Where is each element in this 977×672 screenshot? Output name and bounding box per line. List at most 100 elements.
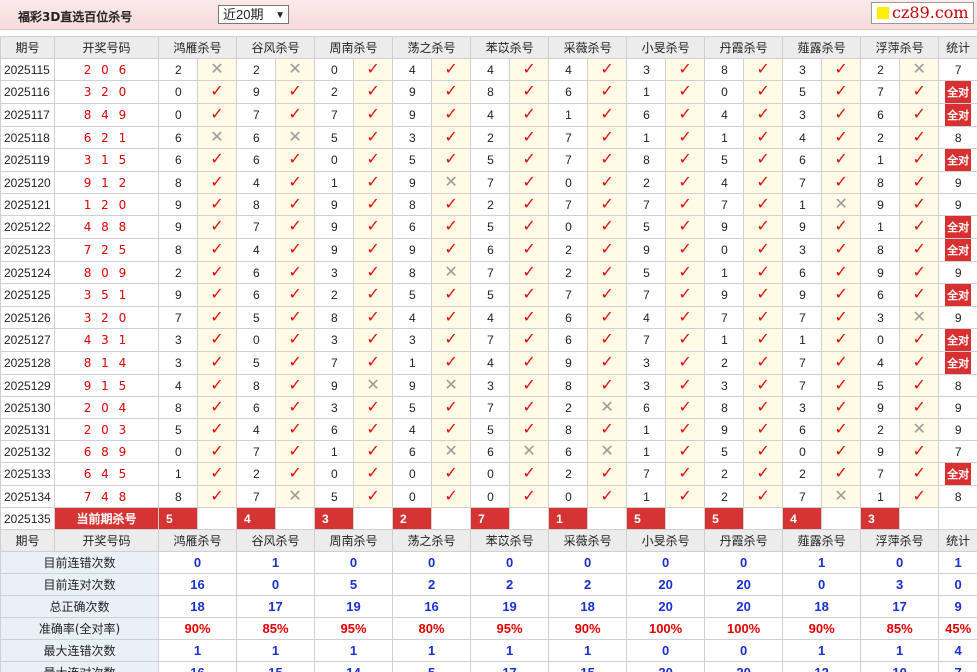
check-icon: ✓	[210, 442, 224, 460]
header-expert-1: 谷风杀号	[236, 529, 316, 552]
site-logo[interactable]: cz89.com	[871, 2, 974, 24]
stat-label: 最大连对次数	[0, 661, 159, 672]
cross-icon: ✕	[288, 60, 302, 78]
period-select[interactable]: 近20期 ▼	[218, 5, 289, 24]
draw-cell: 3 1 5	[54, 148, 159, 172]
result-cell: ✓	[275, 80, 316, 104]
kill-number-cell: 8	[704, 58, 745, 81]
result-cell: ✓	[899, 328, 940, 352]
stat-value: 1	[236, 639, 316, 662]
check-icon: ✓	[912, 442, 926, 460]
result-cell: ✓	[587, 148, 628, 172]
kill-number-cell: 5	[158, 418, 198, 441]
result-cell: ✓	[275, 215, 316, 239]
check-icon: ✓	[834, 354, 848, 371]
header-row-bottom: 期号 开奖号码 鸿雁杀号 谷风杀号 周南杀号 荡之杀号 苯苡杀号 采薇杀号 小旻杀号 丹霞杀号 薤露…	[0, 529, 977, 552]
kill-number-cell: 8	[860, 171, 901, 194]
check-icon: ✓	[600, 128, 614, 146]
check-icon: ✓	[288, 263, 302, 281]
kill-number-cell: 3	[626, 374, 667, 397]
result-cell: ✓	[509, 306, 550, 329]
result-cell: ✓	[196, 418, 238, 441]
kill-number-cell: 1	[314, 171, 355, 194]
cross-icon: ✕	[912, 60, 926, 78]
result-cell: ✓	[899, 374, 940, 397]
header-expert-4: 苯苡杀号	[470, 529, 550, 552]
kill-number-cell: 6	[236, 148, 277, 172]
stat-value: 90%	[548, 617, 628, 640]
stat-row: 目前连错次数 0 1 0 0 0 0 0 0 1 0 1	[0, 551, 977, 574]
check-icon: ✓	[366, 354, 380, 371]
kill-number-cell: 1	[626, 485, 667, 508]
stat-cell: 全对	[938, 462, 977, 486]
check-icon: ✓	[756, 308, 770, 326]
kill-number-cell: 1	[704, 126, 745, 149]
header-expert-3: 荡之杀号	[392, 529, 472, 552]
kill-number-cell: 7	[470, 171, 511, 194]
result-cell: ✓	[743, 462, 784, 486]
draw-cell: 4 3 1	[54, 328, 159, 352]
kill-number-cell: 1	[782, 193, 823, 216]
cross-icon: ✕	[288, 487, 302, 505]
result-cell: ✓	[509, 58, 550, 81]
check-icon: ✓	[444, 308, 458, 326]
kill-number-cell: 6	[548, 80, 589, 104]
check-icon: ✓	[444, 286, 458, 303]
kill-number-cell: 9	[314, 193, 355, 216]
header-stat: 统计	[938, 529, 977, 552]
check-icon: ✓	[522, 398, 536, 416]
current-label: 当前期杀号	[54, 507, 159, 530]
result-cell: ✓	[587, 306, 628, 329]
result-cell: ✕	[431, 261, 472, 284]
result-cell: ✓	[743, 351, 784, 375]
result-cell: ✓	[821, 238, 862, 262]
check-icon: ✓	[834, 376, 848, 394]
check-icon: ✓	[288, 218, 302, 235]
stat-value: 20	[704, 595, 784, 618]
check-icon: ✓	[288, 83, 302, 100]
stat-value: 100%	[704, 617, 784, 640]
result-cell: ✓	[665, 171, 706, 194]
check-icon: ✓	[366, 263, 380, 281]
check-icon: ✓	[522, 331, 536, 348]
kill-number-cell: 3	[782, 103, 823, 127]
stat-value: 17	[236, 595, 316, 618]
check-icon: ✓	[210, 218, 224, 235]
header-expert-7: 丹霞杀号	[704, 529, 784, 552]
kill-number-cell: 9	[158, 283, 198, 307]
check-icon: ✓	[756, 420, 770, 438]
check-icon: ✓	[678, 465, 692, 482]
result-cell: ✓	[743, 485, 784, 508]
stat-cell: 9	[938, 261, 977, 284]
current-empty-cell	[743, 507, 784, 530]
stat-value: 1	[782, 551, 862, 574]
draw-cell: 9 1 2	[54, 171, 159, 194]
result-cell: ✓	[509, 171, 550, 194]
stat-value: 90%	[782, 617, 862, 640]
table-row: 2025125 3 5 1 9 ✓ 6 ✓ 2 ✓ 5 ✓ 5 ✓ 7 ✓ 7 ✓ 9 ✓ 9 ✓ 6 ✓ 全对	[0, 283, 977, 307]
result-cell: ✓	[899, 103, 940, 127]
result-cell: ✕	[899, 306, 940, 329]
all-correct-badge: 全对	[945, 149, 972, 171]
draw-cell: 8 4 9	[54, 103, 159, 127]
check-icon: ✓	[210, 308, 224, 326]
current-kill-number: 3	[314, 507, 355, 530]
kill-number-cell: 9	[704, 215, 745, 239]
kill-number-cell: 1	[782, 328, 823, 352]
kill-number-cell: 6	[860, 103, 901, 127]
result-cell: ✓	[743, 215, 784, 239]
kill-number-cell: 6	[548, 440, 589, 463]
stat-total: 45%	[938, 617, 977, 640]
kill-number-cell: 1	[626, 418, 667, 441]
check-icon: ✓	[600, 376, 614, 394]
result-cell: ✓	[509, 103, 550, 127]
kill-number-cell: 7	[782, 306, 823, 329]
draw-cell: 4 8 8	[54, 215, 159, 239]
check-icon: ✓	[366, 420, 380, 438]
kill-number-cell: 9	[314, 238, 355, 262]
kill-number-cell: 9	[392, 171, 433, 194]
check-icon: ✓	[834, 398, 848, 416]
kill-number-cell: 4	[470, 103, 511, 127]
stat-value: 95%	[314, 617, 394, 640]
check-icon: ✓	[600, 331, 614, 348]
